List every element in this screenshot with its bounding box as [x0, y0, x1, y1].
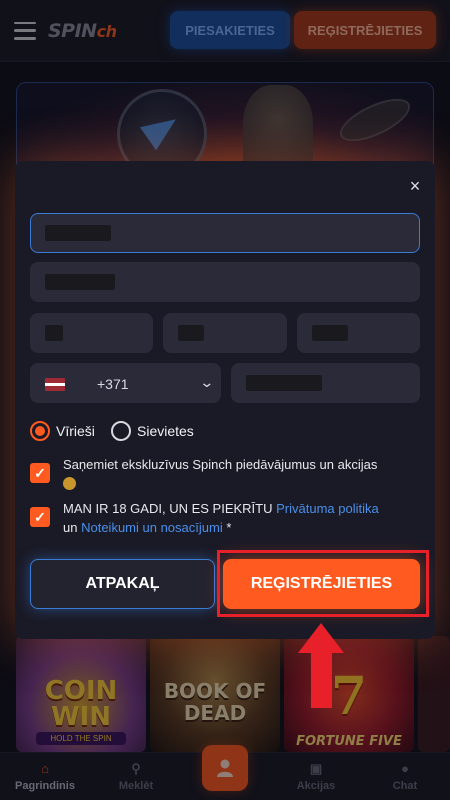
latvia-flag-icon [45, 378, 65, 391]
phone-number-field[interactable] [231, 363, 420, 403]
terms-joiner: un [63, 520, 78, 535]
terms-prefix: MAN IR 18 GADI, UN ES PIEKRĪTU [63, 501, 273, 516]
radio-selected[interactable] [30, 421, 50, 441]
gender-male-option[interactable]: Vīrieši [30, 420, 95, 442]
redacted-value [45, 225, 111, 241]
birth-day-field[interactable] [30, 313, 153, 353]
annotation-highlight-box [217, 550, 429, 617]
offers-consent-text: Saņemiet ekskluzīvus Spinch piedāvājumus… [63, 455, 423, 493]
offers-checkbox[interactable]: ✓ [30, 463, 50, 483]
offers-consent-label: Saņemiet ekskluzīvus Spinch piedāvājumus… [63, 457, 378, 472]
radio-unselected[interactable] [111, 421, 131, 441]
terms-consent-text: MAN IR 18 GADI, UN ES PIEKRĪTU Privātuma… [63, 499, 423, 537]
gender-male-label: Vīrieši [56, 423, 95, 439]
terms-conditions-link[interactable]: Noteikumi un nosacījumi [81, 520, 223, 535]
required-mark: * [226, 520, 232, 535]
redacted-value [45, 325, 63, 341]
birth-year-field[interactable] [297, 313, 420, 353]
last-name-field[interactable] [30, 262, 420, 302]
country-code-select[interactable]: +371 ⌄ [30, 363, 221, 403]
gender-female-option[interactable]: Sievietes [111, 420, 194, 442]
annotation-arrow-shaft [311, 652, 332, 708]
redacted-value [178, 325, 204, 341]
first-name-field[interactable] [30, 213, 420, 253]
phone-code-value: +371 [97, 376, 129, 392]
back-button[interactable]: ATPAKAĻ [30, 559, 215, 609]
birth-month-field[interactable] [163, 313, 287, 353]
privacy-policy-link[interactable]: Privātuma politika [276, 501, 379, 516]
money-bag-icon [63, 477, 76, 490]
redacted-value [45, 274, 115, 290]
annotation-arrow-head [298, 623, 344, 653]
redacted-value [246, 375, 322, 391]
redacted-value [312, 325, 348, 341]
gender-female-label: Sievietes [137, 423, 194, 439]
chevron-down-icon: ⌄ [199, 374, 215, 390]
close-icon[interactable]: × [407, 177, 423, 195]
terms-checkbox[interactable]: ✓ [30, 507, 50, 527]
